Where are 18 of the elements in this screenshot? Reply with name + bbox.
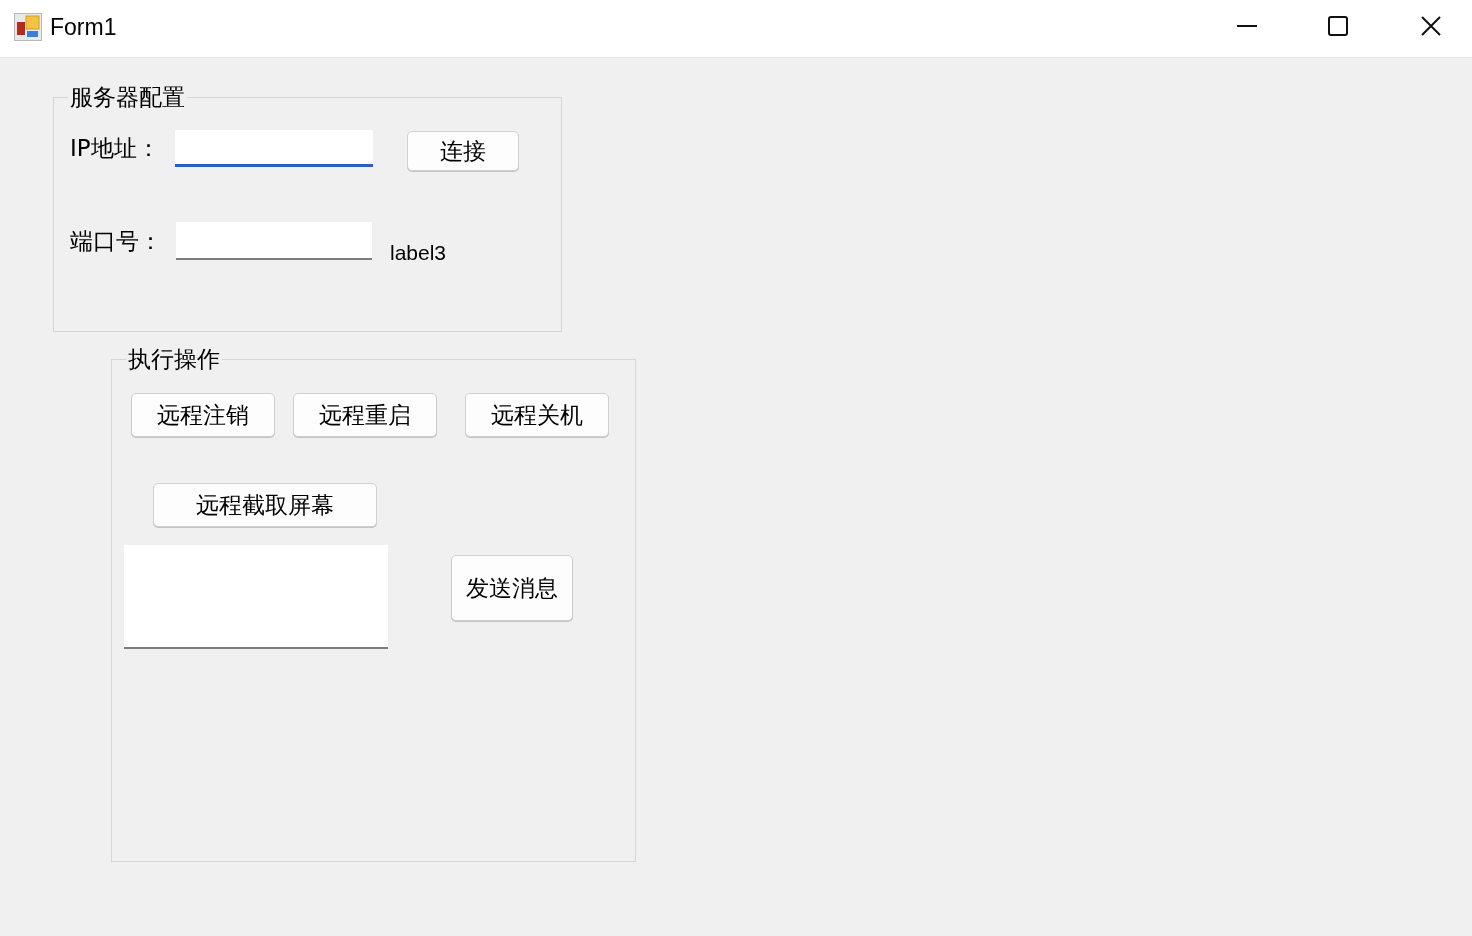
maximize-icon[interactable] [1328,16,1348,36]
close-icon[interactable] [1421,16,1441,36]
operation-button[interactable]: 远程注销 [131,393,275,437]
group-title: 服务器配置 [69,84,186,110]
connect-button[interactable]: 连接 [407,131,519,171]
port-label: 端口号： [70,227,163,255]
ip-address-label: IP地址： [70,134,161,162]
window-title: Form1 [50,13,117,42]
send-message-button[interactable]: 发送消息 [451,555,573,621]
group-title: 执行操作 [127,346,221,372]
message-field[interactable] [124,545,388,649]
screenshot-button[interactable]: 远程截取屏幕 [153,483,377,527]
ip-address-field[interactable] [175,130,373,167]
side-label: label3 [390,241,447,265]
operation-button[interactable]: 远程关机 [465,393,609,437]
app-window-icon [14,13,42,41]
port-field[interactable] [176,222,372,260]
operation-button[interactable]: 远程重启 [293,393,437,437]
